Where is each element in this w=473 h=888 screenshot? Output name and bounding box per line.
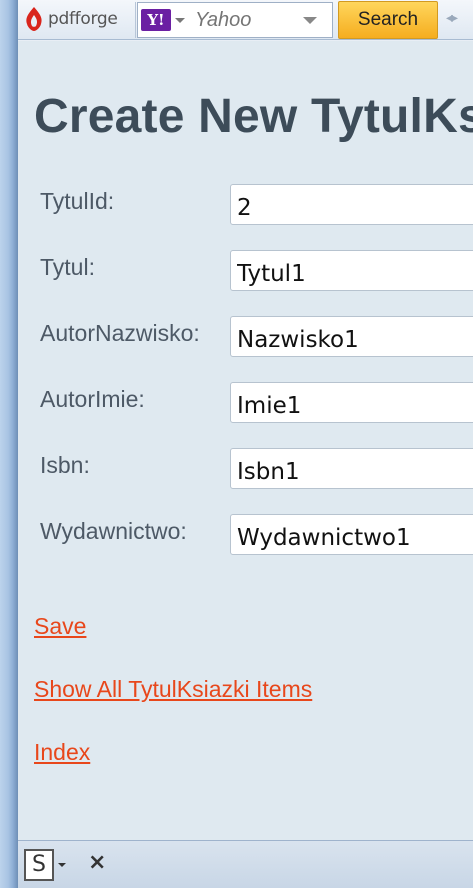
form-row-tytul: Tytul: (18, 250, 473, 294)
save-link[interactable]: Save (34, 613, 86, 640)
search-box[interactable]: Y! (137, 2, 333, 38)
field-label: AutorImie: (40, 386, 145, 412)
tytul-field[interactable] (230, 250, 473, 291)
autorimie-field[interactable] (230, 382, 473, 423)
index-link[interactable]: Index (34, 739, 90, 766)
field-label: Tytul: (40, 254, 95, 280)
s-app-icon[interactable]: S (24, 849, 54, 881)
search-dropdown-icon[interactable] (303, 16, 317, 24)
pdfforge-button[interactable]: pdfforge (22, 1, 134, 37)
page-title: Create New TytulKsiazki (34, 90, 473, 143)
tytulid-field[interactable] (230, 184, 473, 225)
form-row-isbn: Isbn: (18, 448, 473, 492)
toolbar-separator (135, 2, 136, 38)
browser-toolbar: pdfforge Y! Search ◂▸ (18, 0, 473, 40)
show-all-link[interactable]: Show All TytulKsiazki Items (34, 676, 312, 703)
field-label: TytulId: (40, 188, 115, 214)
field-label: AutorNazwisko: (40, 320, 200, 346)
field-label: Isbn: (40, 452, 90, 478)
form-row-wydawnictwo: Wydawnictwo: (18, 514, 473, 558)
s-dropdown-icon[interactable] (58, 863, 66, 867)
field-label: Wydawnictwo: (40, 518, 187, 544)
autornazwisko-field[interactable] (230, 316, 473, 357)
window-left-border (0, 0, 18, 888)
pdfforge-flame-icon (26, 7, 42, 31)
toolbar-scroll-arrows-icon[interactable]: ◂▸ (446, 10, 458, 26)
wydawnictwo-field[interactable] (230, 514, 473, 555)
isbn-field[interactable] (230, 448, 473, 489)
yahoo-logo-icon[interactable]: Y! (141, 9, 171, 31)
page-content: Create New TytulKsiazki TytulId: Tytul: … (18, 41, 473, 840)
search-input[interactable] (195, 8, 295, 32)
status-bar: S × (18, 840, 473, 888)
form-row-tytulid: TytulId: (18, 184, 473, 228)
close-icon[interactable]: × (88, 850, 106, 875)
form-row-autornazwisko: AutorNazwisko: (18, 316, 473, 360)
form-row-autorimie: AutorImie: (18, 382, 473, 426)
engine-dropdown-icon[interactable] (175, 17, 185, 23)
search-button[interactable]: Search (338, 1, 438, 39)
pdfforge-label: pdfforge (48, 9, 118, 29)
